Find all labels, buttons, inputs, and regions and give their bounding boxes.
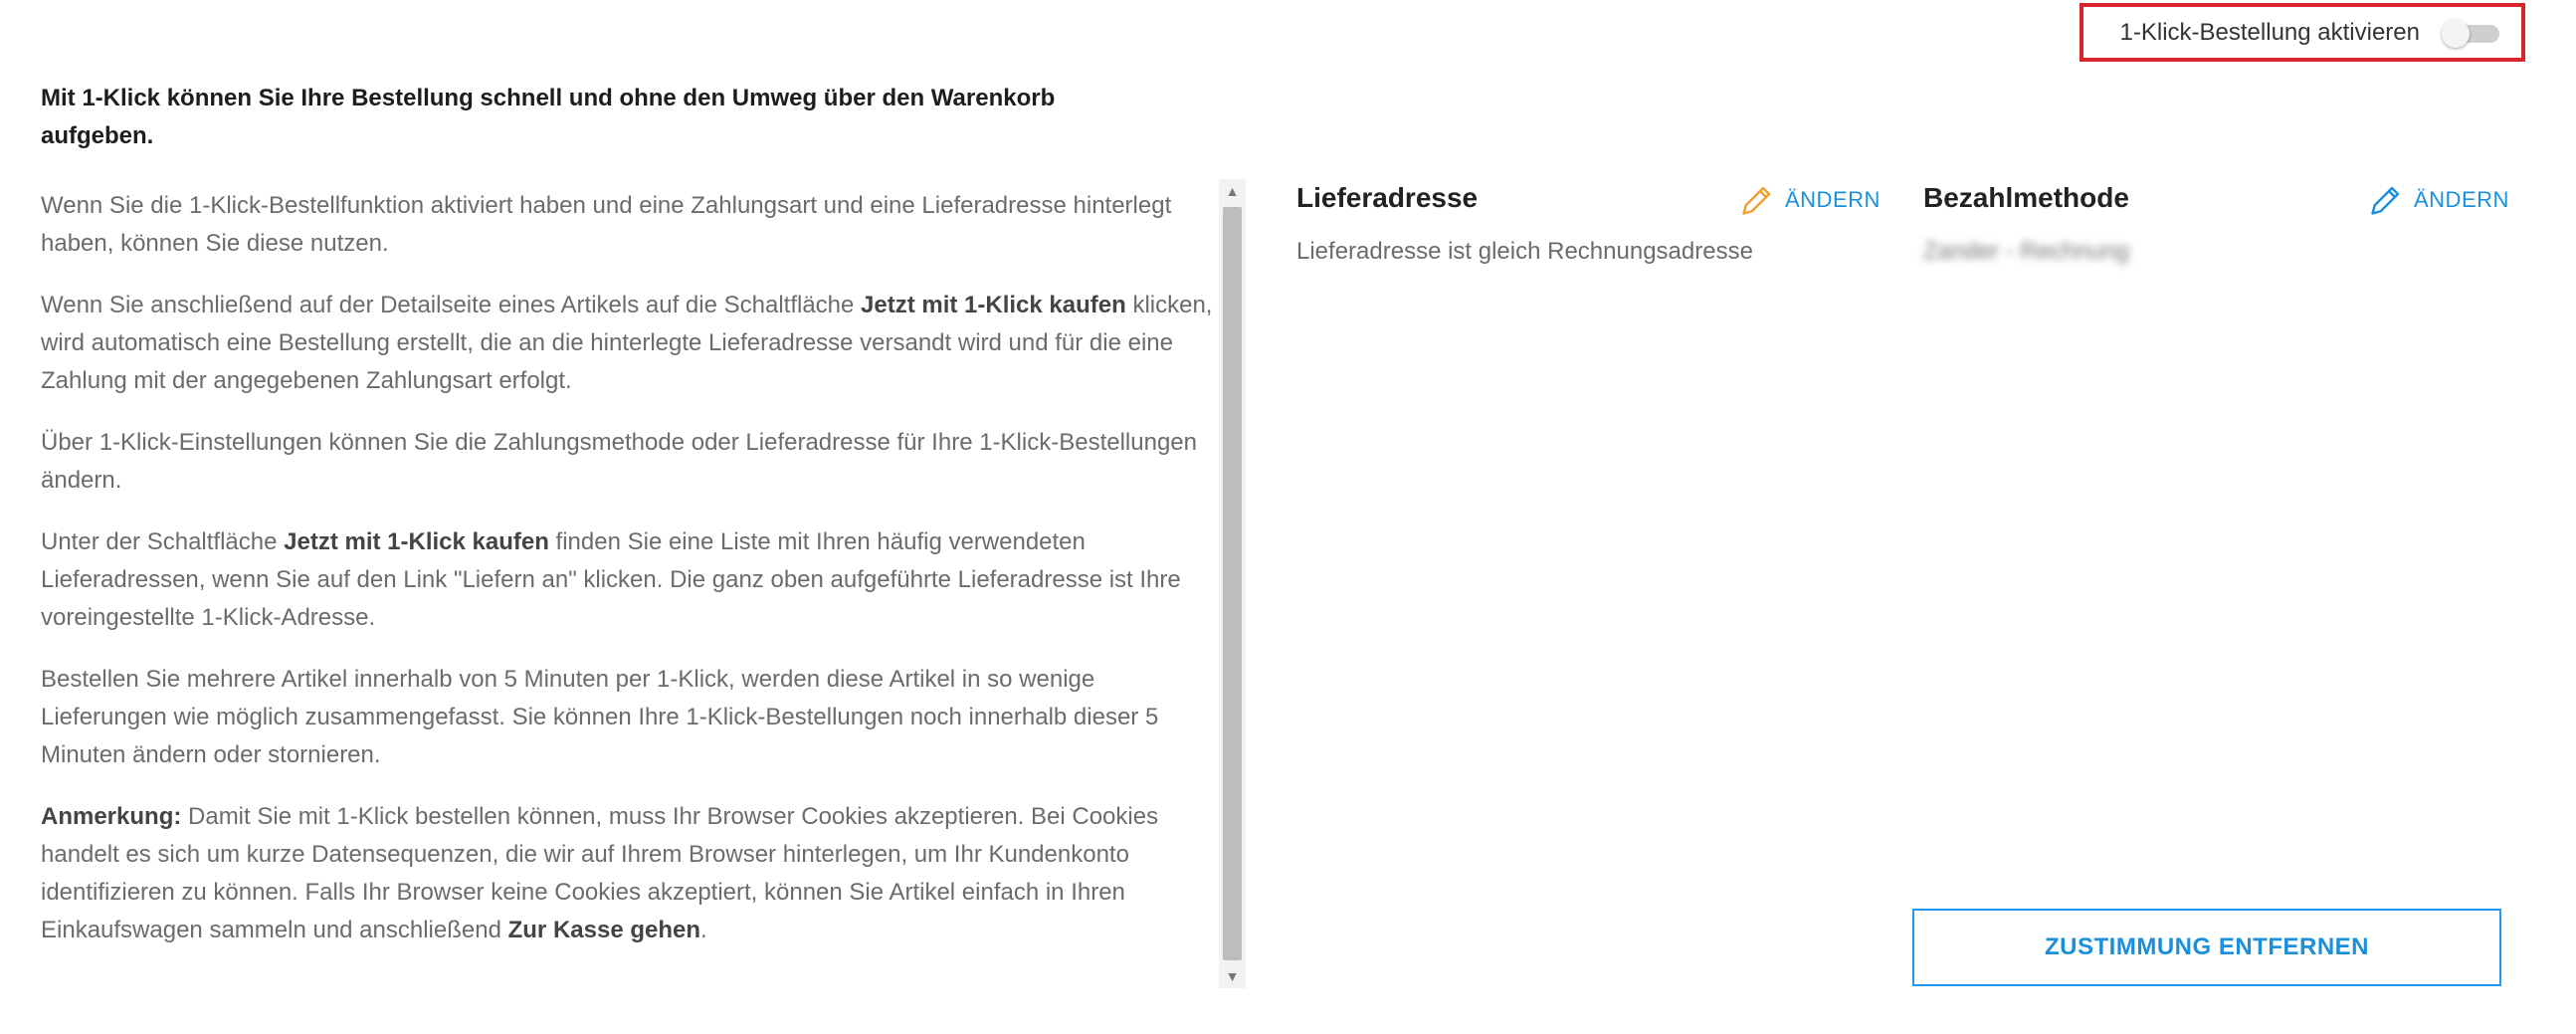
one-click-toggle-switch[interactable] [2442,19,2499,48]
payment-method-title: Bezahlmethode [1923,182,2129,213]
scroll-up-arrow-icon[interactable]: ▲ [1219,179,1246,203]
delivery-address-title: Lieferadresse [1296,182,1479,213]
toggle-knob [2442,19,2470,48]
payment-method-text: Zander - Rechnung [1923,238,2129,265]
edit-delivery-address-link[interactable]: ÄNDERN [1739,182,1881,218]
one-click-toggle-label: 1-Klick-Bestellung aktivieren [2119,18,2420,46]
scroll-down-arrow-icon[interactable]: ▼ [1219,964,1246,988]
edit-delivery-label: ÄNDERN [1785,187,1881,212]
intro-text: Mit 1-Klick können Sie Ihre Bestellung s… [41,85,1056,149]
pencil-icon [2371,186,2400,215]
info-paragraph: Bestellen Sie mehrere Artikel innerhalb … [41,666,1159,768]
edit-payment-method-link[interactable]: ÄNDERN [2368,182,2509,218]
edit-payment-label: ÄNDERN [2414,187,2509,212]
delivery-address-text: Lieferadresse ist gleich Rechnungsadress… [1296,238,1753,265]
info-scrollbar[interactable]: ▲ ▼ [1219,179,1246,988]
info-paragraph: Anmerkung: Damit Sie mit 1-Klick bestell… [41,803,1159,943]
info-paragraph: Wenn Sie die 1-Klick-Bestellfunktion akt… [41,192,1172,257]
remove-consent-button[interactable]: ZUSTIMMUNG ENTFERNEN [1912,909,2501,986]
info-paragraph: Wenn Sie anschließend auf der Detailseit… [41,292,1213,394]
pencil-icon [1742,186,1771,215]
info-paragraph: Unter der Schaltfläche Jetzt mit 1-Klick… [41,528,1181,631]
one-click-toggle-highlight: 1-Klick-Bestellung aktivieren [2080,3,2525,62]
info-text-box: Wenn Sie die 1-Klick-Bestellfunktion akt… [41,187,1215,983]
info-paragraph: Über 1-Klick-Einstellungen können Sie di… [41,429,1197,494]
scroll-thumb[interactable] [1223,207,1242,960]
